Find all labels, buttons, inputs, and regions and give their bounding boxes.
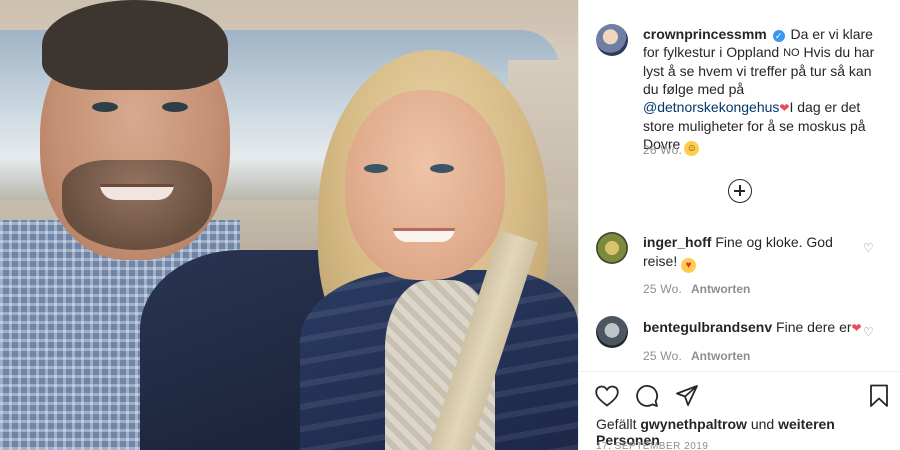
comment-avatar[interactable]: [596, 316, 628, 348]
post-photo[interactable]: [0, 0, 578, 450]
author-avatar[interactable]: [596, 24, 628, 56]
heart-icon[interactable]: [595, 384, 619, 408]
caption-mention-link[interactable]: @detnorskekongehus: [643, 99, 779, 115]
man-beard: [62, 160, 212, 250]
section-divider: [579, 371, 900, 372]
woman-smile: [393, 228, 455, 242]
verified-badge-icon: ✓: [772, 30, 785, 42]
comment-time[interactable]: 25 Wo.: [643, 282, 682, 296]
comment-item: inger_hoff Fine og kloke. God reise! ♥: [643, 233, 863, 273]
woman-face: [345, 90, 505, 280]
comment-like-heart-icon[interactable]: ♡: [863, 242, 875, 254]
post-date[interactable]: 17. SEPTEMBER 2019: [596, 441, 708, 450]
comment-avatar[interactable]: [596, 232, 628, 264]
likes-prefix: Gefällt: [596, 416, 637, 432]
plus-circle-icon[interactable]: [728, 179, 752, 203]
comment-like-heart-icon[interactable]: ♡: [863, 326, 875, 338]
post-time[interactable]: 26 Wo.: [643, 143, 682, 157]
man-hair: [42, 0, 228, 90]
man-smile: [100, 184, 174, 200]
author-username[interactable]: crownprincessmm: [643, 26, 767, 42]
grin-sweat-emoji-icon: ☺: [684, 141, 700, 156]
comment-text: Fine dere er: [776, 319, 852, 335]
paper-plane-icon[interactable]: [675, 384, 699, 408]
heart-eyes-emoji-icon: ♥: [681, 258, 697, 273]
post-caption: crownprincessmm ✓ Da er vi klare for fyl…: [643, 25, 883, 156]
likes-user-link[interactable]: gwynethpaltrow: [640, 416, 747, 432]
post-sidebar: crownprincessmm ✓ Da er vi klare for fyl…: [578, 0, 900, 450]
comment-username[interactable]: bentegulbrandsenv: [643, 319, 772, 335]
bookmark-icon[interactable]: [867, 384, 891, 408]
heart-emoji-icon: ❤: [851, 321, 862, 335]
man-eye-right: [162, 102, 188, 112]
comment-username[interactable]: inger_hoff: [643, 234, 711, 250]
woman-eye-left: [364, 164, 388, 173]
comment-icon[interactable]: [635, 384, 659, 408]
man-eye-left: [92, 102, 118, 112]
comment-time[interactable]: 25 Wo.: [643, 349, 682, 363]
reply-button[interactable]: Antworten: [691, 282, 750, 296]
woman-eye-right: [430, 164, 454, 173]
reply-button[interactable]: Antworten: [691, 349, 750, 363]
likes-middle: und: [750, 416, 775, 432]
comment-item: bentegulbrandsenv Fine dere er❤: [643, 318, 863, 338]
caption-flag-text: NO: [783, 47, 800, 59]
heart-emoji-icon: ❤: [779, 101, 790, 115]
